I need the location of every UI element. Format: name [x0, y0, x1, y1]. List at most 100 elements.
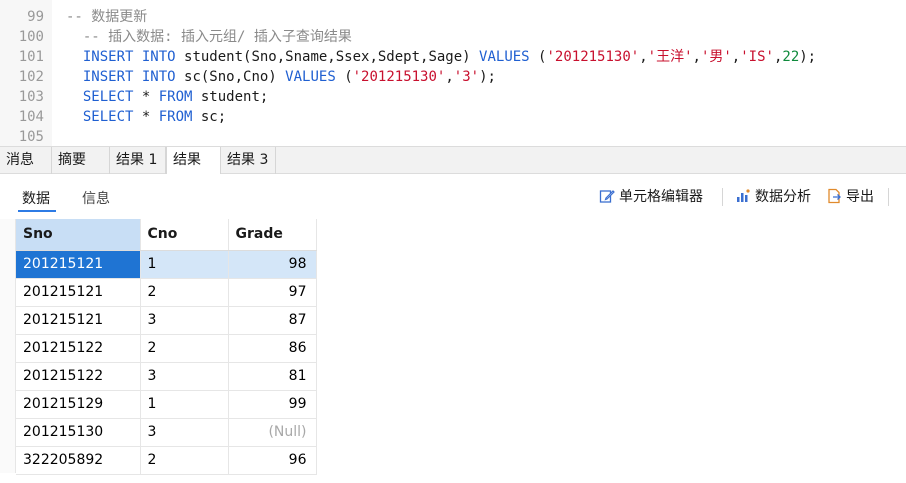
tab-result-3[interactable]: 结果 3 — [221, 147, 276, 174]
code-token: sc(Sno,Cno) — [184, 69, 286, 85]
cell-grade[interactable]: 99 — [228, 390, 317, 419]
cell-cno[interactable]: 3 — [140, 306, 229, 335]
data-analysis-button[interactable]: 数据分析 — [735, 186, 811, 206]
code-token: -- 插入数据: 插入元组/ 插入子查询结果 — [66, 29, 352, 45]
subtab-data[interactable]: 数据 — [22, 188, 50, 208]
code-token: , — [692, 49, 701, 65]
data-analysis-label: 数据分析 — [755, 189, 811, 205]
cell-cno[interactable]: 2 — [140, 278, 229, 307]
line-number: 102 — [18, 69, 44, 85]
tab-messages[interactable]: 消息 — [0, 147, 52, 174]
cell-sno[interactable]: 201215129 — [16, 390, 141, 419]
cell-cno[interactable]: 2 — [140, 334, 229, 363]
code-token: SELECT — [66, 89, 142, 105]
cell-cno[interactable]: 3 — [140, 362, 229, 391]
code-token: '201215130' — [546, 49, 640, 65]
code-token: , — [445, 69, 454, 85]
code-token: student(Sno,Sname,Ssex,Sdept,Sage) — [184, 49, 480, 65]
tab-result-2[interactable]: 结果 2 — [166, 147, 221, 195]
table-row[interactable]: 322205892 2 96 — [16, 446, 317, 475]
table-row[interactable]: 201215129 1 99 — [16, 390, 317, 419]
code-token: VALUES — [285, 69, 345, 85]
code-line[interactable]: 98 — [0, 0, 66, 6]
table-row[interactable]: 201215122 3 81 — [16, 362, 317, 391]
cell-grade[interactable]: 81 — [228, 362, 317, 391]
code-line[interactable]: 102 INSERT INTO sc(Sno,Cno) VALUES ('201… — [0, 67, 496, 87]
code-token: * — [141, 89, 159, 105]
export-icon — [828, 188, 841, 204]
code-token: sc; — [200, 109, 227, 125]
cell-grade[interactable]: 98 — [228, 250, 317, 279]
code-token: -- 数据更新 — [66, 9, 148, 25]
code-token: ); — [479, 69, 496, 85]
toolbar-divider — [888, 188, 889, 206]
cell-cno[interactable]: 1 — [140, 390, 229, 419]
code-token: 22 — [782, 49, 800, 65]
export-button[interactable]: 导出 — [826, 186, 874, 206]
cell-editor-button[interactable]: 单元格编辑器 — [599, 186, 703, 206]
code-token: '201215130' — [352, 69, 446, 85]
result-tab-bar: 消息 摘要 结果 1 结果 2 结果 3 — [0, 146, 906, 195]
cell-sno[interactable]: 201215122 — [16, 362, 141, 391]
cell-sno[interactable]: 201215121 — [16, 306, 141, 335]
code-token: student; — [200, 89, 269, 105]
code-token: ); — [799, 49, 817, 65]
line-number: 100 — [18, 29, 44, 45]
cell-grade[interactable]: 96 — [228, 446, 317, 475]
code-token: FROM — [158, 109, 201, 125]
cell-sno[interactable]: 201215130 — [16, 418, 141, 447]
cell-sno[interactable]: 201215122 — [16, 334, 141, 363]
code-token: '男' — [700, 49, 732, 65]
tab-result-1[interactable]: 结果 1 — [110, 147, 166, 174]
row-header-strip — [0, 219, 16, 473]
cell-cno[interactable]: 1 — [140, 250, 229, 279]
table-row[interactable]: 201215121 2 97 — [16, 278, 317, 307]
code-line[interactable]: 101 INSERT INTO student(Sno,Sname,Ssex,S… — [0, 47, 816, 67]
sql-editor[interactable]: 9899-- 数据更新100 -- 插入数据: 插入元组/ 插入子查询结果101… — [0, 0, 906, 146]
column-header-grade[interactable]: Grade — [228, 219, 317, 251]
toolbar-divider — [722, 188, 723, 206]
result-grid[interactable]: Sno Cno Grade 201215121 1 98 201215121 2 97 20… — [16, 219, 334, 475]
cell-grade[interactable]: 86 — [228, 334, 317, 363]
edit-icon — [599, 190, 615, 203]
code-line[interactable]: 103 SELECT * FROM student; — [0, 87, 269, 107]
result-subbar: 数据 信息 单元格编辑器 数据分析 导出 — [0, 174, 906, 218]
cell-grade[interactable]: 97 — [228, 278, 317, 307]
tab-summary[interactable]: 摘要 — [52, 147, 110, 174]
code-token: , — [639, 49, 648, 65]
cell-cno[interactable]: 2 — [140, 446, 229, 475]
table-row[interactable]: 201215121 3 87 — [16, 306, 317, 335]
cell-sno[interactable]: 201215121 — [16, 278, 141, 307]
code-line[interactable]: 104 SELECT * FROM sc; — [0, 107, 226, 127]
cell-cno[interactable]: 3 — [140, 418, 229, 447]
bar-chart-icon — [737, 189, 750, 202]
column-header-cno[interactable]: Cno — [140, 219, 229, 251]
code-token: SELECT — [66, 109, 142, 125]
code-token: '3' — [453, 69, 480, 85]
active-subtab-indicator — [18, 210, 56, 212]
line-number: 104 — [18, 109, 44, 125]
code-token: '王洋' — [647, 49, 693, 65]
code-line[interactable]: 99 -- 数据更新 — [0, 7, 147, 27]
export-label: 导出 — [846, 189, 874, 205]
code-token: ( — [344, 69, 353, 85]
subtab-info[interactable]: 信息 — [82, 188, 110, 208]
code-line[interactable]: 105 — [0, 127, 66, 146]
line-number: 105 — [18, 129, 44, 145]
code-token: , — [731, 49, 741, 65]
table-header-row: Sno Cno Grade — [16, 219, 317, 251]
code-token: * — [141, 109, 159, 125]
code-line[interactable]: 100 -- 插入数据: 插入元组/ 插入子查询结果 — [0, 27, 352, 47]
cell-editor-label: 单元格编辑器 — [619, 189, 703, 205]
code-token: 'IS' — [740, 49, 774, 65]
line-number: 98 — [0, 0, 66, 6]
cell-sno[interactable]: 322205892 — [16, 446, 141, 475]
table-row[interactable]: 201215130 3 (Null) — [16, 418, 317, 447]
table-row[interactable]: 201215121 1 98 — [16, 250, 317, 279]
cell-grade[interactable]: 87 — [228, 306, 317, 335]
code-token: VALUES — [479, 49, 539, 65]
column-header-sno[interactable]: Sno — [16, 219, 141, 251]
cell-grade[interactable]: (Null) — [228, 418, 317, 447]
cell-sno[interactable]: 201215121 — [16, 250, 141, 279]
table-row[interactable]: 201215122 2 86 — [16, 334, 317, 363]
